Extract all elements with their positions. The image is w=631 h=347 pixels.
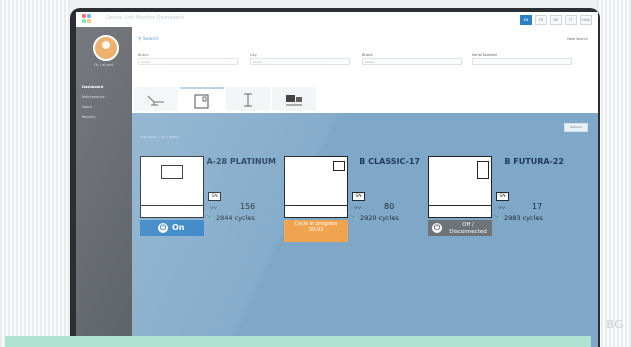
- lamp-icon: [244, 93, 252, 107]
- serial-badge: SN: [352, 192, 365, 201]
- sidebar-item-maintenance[interactable]: Maintenance: [82, 95, 105, 99]
- counter-value: 17: [532, 202, 543, 211]
- filter-input-4[interactable]: [472, 58, 572, 65]
- app-title: Dental Unit Monitor Dashboard: [106, 15, 184, 21]
- counter-icon: 〰: [210, 204, 217, 212]
- app-logo: [82, 14, 100, 24]
- new-search-button[interactable]: New Search: [567, 37, 588, 41]
- status-text: On: [172, 223, 185, 232]
- left-wall: [0, 0, 70, 347]
- autoclave-image: [428, 156, 492, 218]
- filter-label-2: City: [250, 53, 257, 57]
- counter-icon: 〰: [354, 204, 361, 212]
- autoclave-image: [284, 156, 348, 218]
- power-icon: ⏻: [432, 223, 442, 233]
- wrench-icon: 🔧: [206, 214, 215, 222]
- right-wall: [597, 0, 631, 347]
- device-card[interactable]: B FUTURA-22 SN 〰 17 🔧 2983 cycles ⏻ Off …: [428, 156, 570, 250]
- breadcrumb: Autoclaves > All > Status: [140, 135, 179, 139]
- filter-panel: ⚲ Search New Search Brand Select City Se…: [132, 27, 598, 85]
- top-bar: Dental Unit Monitor Dashboard EN FR DE I…: [76, 12, 598, 28]
- device-name: A-28 PLATINUM: [206, 157, 276, 166]
- status-timer: 00:03: [308, 227, 324, 233]
- autoclave-icon: [194, 94, 209, 109]
- tab-autoclave[interactable]: [180, 87, 224, 113]
- status-on[interactable]: ⏻ On: [140, 220, 204, 236]
- watermark: BG: [605, 318, 623, 331]
- sidebar-item-users[interactable]: Users: [82, 105, 92, 109]
- tab-dental-chair[interactable]: [134, 87, 178, 111]
- device-name: B FUTURA-22: [504, 157, 564, 166]
- compressor-icon: [286, 95, 302, 106]
- sidebar-item-dashboard[interactable]: Dashboard: [82, 85, 103, 89]
- filter-input-3[interactable]: Select: [362, 58, 462, 65]
- status-text: Off / Disconnected: [449, 222, 487, 235]
- lang-it-button[interactable]: IT: [565, 15, 577, 25]
- lang-fr-button[interactable]: FR: [535, 15, 547, 25]
- cycles-value: 2844 cycles: [216, 214, 255, 222]
- tab-compressor[interactable]: [272, 87, 316, 111]
- filter-label-4: Serial Number: [472, 53, 498, 57]
- bottom-band: [5, 336, 591, 347]
- lang-en-button[interactable]: EN: [520, 15, 532, 25]
- app-subtitle: Dashboard: [156, 15, 184, 21]
- status-progress[interactable]: Cycle in progress 00:03: [284, 220, 348, 242]
- autoclave-image: [140, 156, 204, 218]
- device-card[interactable]: B CLASSIC-17 SN 〰 80 🔧 2920 cycles Cycle…: [284, 156, 426, 250]
- counter-value: 156: [240, 202, 256, 211]
- device-type-tabs: [132, 85, 598, 115]
- status-off[interactable]: ⏻ Off / Disconnected: [428, 220, 492, 236]
- avatar[interactable]: [93, 35, 119, 61]
- filter-label-3: Brand: [362, 53, 373, 57]
- device-name: B CLASSIC-17: [359, 157, 420, 166]
- dental-chair-icon: [147, 95, 164, 106]
- sidebar: Dr. Laurent Dashboard Maintenance Users …: [76, 27, 132, 347]
- cycles-value: 2920 cycles: [360, 214, 399, 222]
- device-panel: Refresh Autoclaves > All > Status A-28 P…: [132, 113, 598, 347]
- tab-lamp[interactable]: [226, 87, 270, 111]
- cycles-value: 2983 cycles: [504, 214, 543, 222]
- filter-input-1[interactable]: Select: [138, 58, 238, 65]
- screen: Dental Unit Monitor Dashboard EN FR DE I…: [76, 12, 598, 347]
- wrench-icon: 🔧: [494, 214, 503, 222]
- refresh-button[interactable]: Refresh: [564, 123, 588, 132]
- help-button[interactable]: Help: [580, 15, 592, 25]
- device-card[interactable]: A-28 PLATINUM SN 〰 156 🔧 2844 cycles ⏻ O…: [140, 156, 282, 250]
- counter-icon: 〰: [498, 204, 505, 212]
- user-name: Dr. Laurent: [94, 63, 114, 67]
- filter-input-2[interactable]: Select: [250, 58, 350, 65]
- wrench-icon: 🔧: [350, 214, 359, 222]
- serial-badge: SN: [208, 192, 221, 201]
- power-icon: ⏻: [158, 223, 168, 233]
- search-label: ⚲ Search: [138, 37, 159, 42]
- serial-badge: SN: [496, 192, 509, 201]
- filter-label-1: Brand: [138, 53, 149, 57]
- top-buttons: EN FR DE IT Help: [520, 15, 592, 25]
- lang-de-button[interactable]: DE: [550, 15, 562, 25]
- counter-value: 80: [384, 202, 395, 211]
- sidebar-item-reports[interactable]: Reports: [82, 115, 95, 119]
